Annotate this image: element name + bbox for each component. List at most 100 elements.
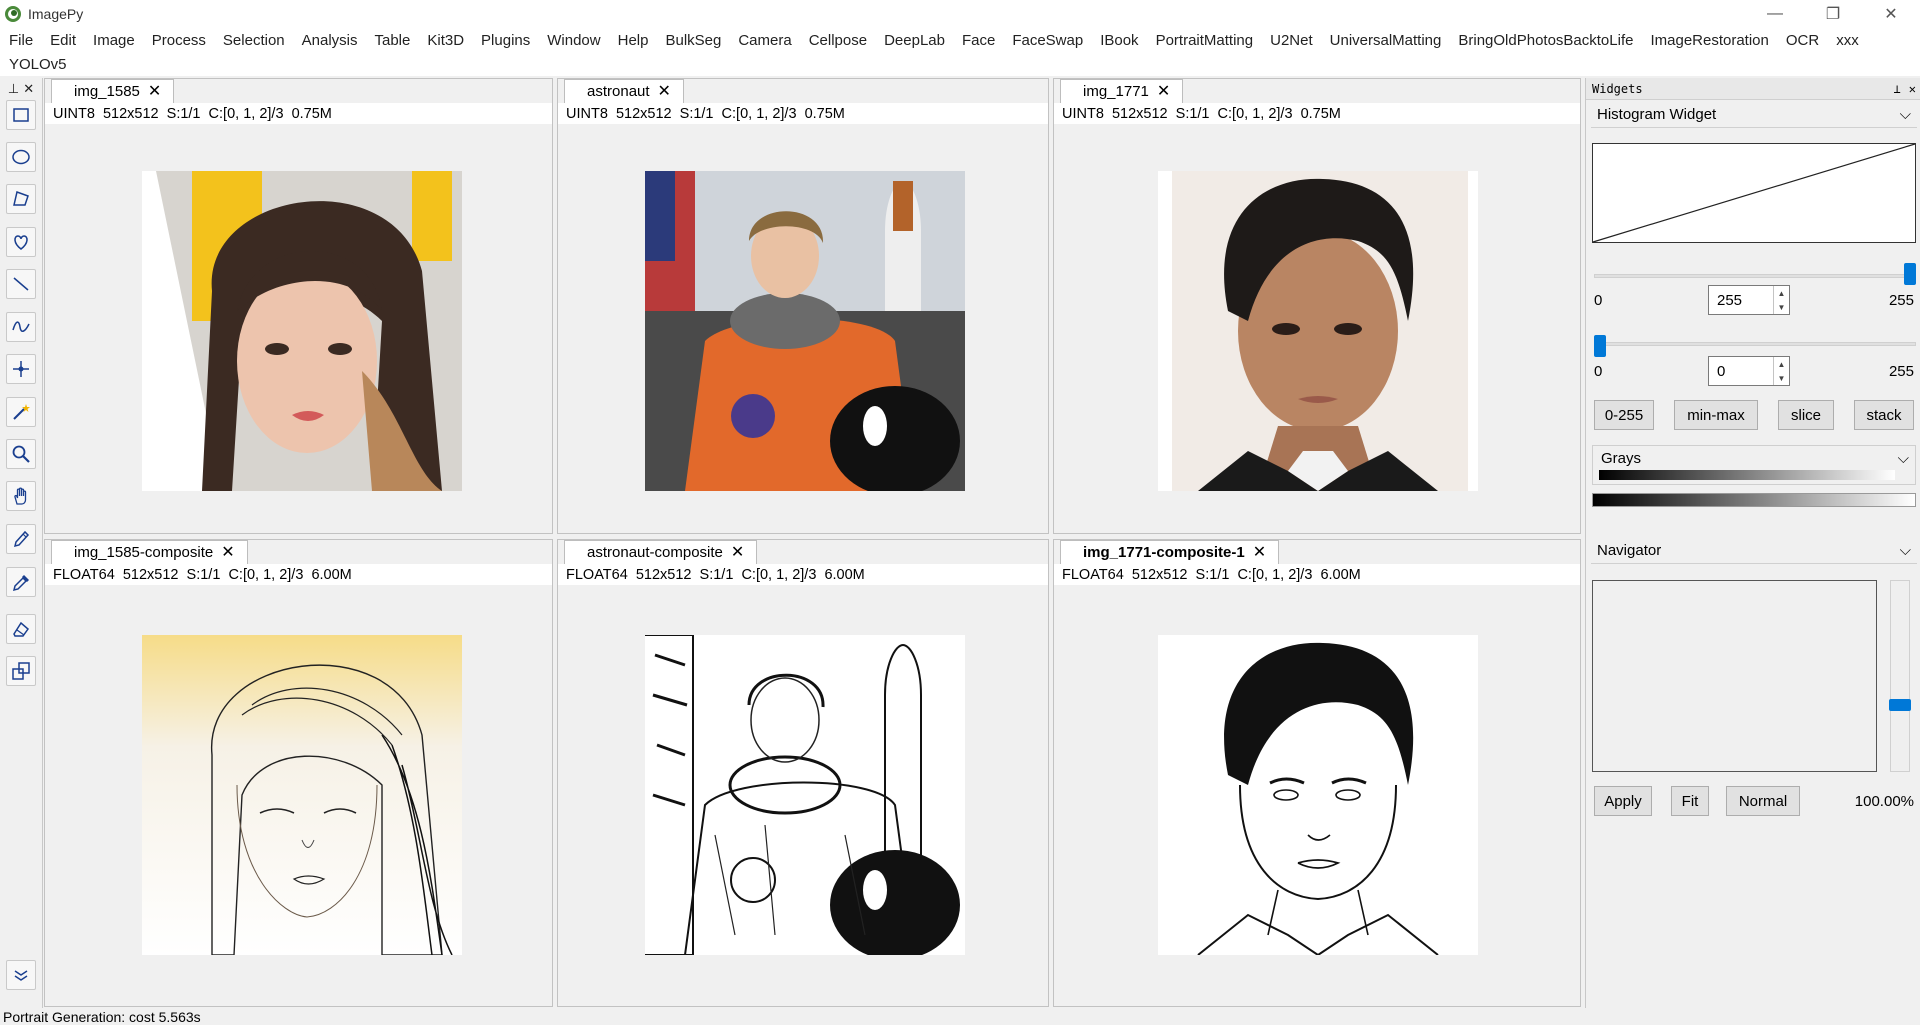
freehand-select-icon — [14, 235, 28, 250]
menu-table[interactable]: Table — [375, 32, 411, 49]
menu-yolov5[interactable]: YOLOv5 — [9, 56, 67, 73]
pin-icon[interactable]: ⊥ — [8, 81, 19, 97]
polyline-tool[interactable] — [6, 312, 36, 342]
menu-analysis[interactable]: Analysis — [302, 32, 358, 49]
zoom-tool[interactable] — [6, 439, 36, 469]
color-picker-tool[interactable] — [6, 567, 36, 597]
zoom-level: 100.00% — [1854, 793, 1914, 810]
menu-help[interactable]: Help — [618, 32, 649, 49]
line-tool[interactable] — [6, 269, 36, 299]
image-canvas[interactable] — [45, 586, 552, 1006]
restore-button[interactable]: ❐ — [1804, 0, 1862, 28]
pin-icon[interactable]: ⊥ — [1894, 82, 1901, 96]
image-canvas[interactable] — [558, 125, 1048, 533]
image-info: UINT8 512x512 S:1/1 C:[0, 1, 2]/3 0.75M — [558, 103, 1048, 124]
eraser-icon — [13, 621, 30, 637]
transform-tool[interactable] — [6, 656, 36, 686]
fit-button[interactable]: Fit — [1671, 786, 1709, 816]
menu-u2net[interactable]: U2Net — [1270, 32, 1313, 49]
high-min-label: 0 — [1594, 292, 1603, 309]
eraser-tool[interactable] — [6, 614, 36, 644]
close-icon[interactable]: ✕ — [23, 81, 34, 97]
menu-ocr[interactable]: OCR — [1786, 32, 1819, 49]
point-tool[interactable] — [6, 354, 36, 384]
freehand-select-tool[interactable] — [6, 227, 36, 257]
image-panel-img-1585-composite: img_1585-composite ✕ FLOAT64 512x512 S:1/1… — [44, 539, 553, 1007]
hand-tool[interactable] — [6, 481, 36, 511]
tool-palette: ⊥ ✕ — [0, 78, 43, 1010]
slice-button[interactable]: slice — [1778, 400, 1834, 430]
close-icon[interactable]: ✕ — [1909, 82, 1916, 96]
tab-astronaut-composite[interactable]: astronaut-composite ✕ — [564, 540, 758, 564]
high-value-spinner[interactable]: 255 ▲ ▼ — [1708, 285, 1790, 315]
menu-camera[interactable]: Camera — [738, 32, 791, 49]
menu-imagerestoration[interactable]: ImageRestoration — [1650, 32, 1768, 49]
histogram-plot — [1592, 143, 1916, 243]
close-icon[interactable]: ✕ — [1157, 83, 1170, 100]
minimize-button[interactable]: — — [1746, 0, 1804, 28]
min-max-button[interactable]: min-max — [1674, 400, 1758, 430]
polygon-select-tool[interactable] — [6, 184, 36, 214]
chevron-down-icon: ⌵ — [1897, 450, 1909, 467]
magic-wand-icon — [13, 404, 30, 420]
colormap-select[interactable]: Grays ⌵ — [1592, 445, 1916, 485]
menu-window[interactable]: Window — [547, 32, 600, 49]
tab-img-1771[interactable]: img_1771 ✕ — [1060, 79, 1184, 103]
close-window-button[interactable]: ✕ — [1862, 0, 1920, 28]
low-value-spinner[interactable]: 0 ▲ ▼ — [1708, 356, 1790, 386]
stack-button[interactable]: stack — [1854, 400, 1914, 430]
image-canvas[interactable] — [45, 125, 552, 533]
slider-thumb[interactable] — [1904, 263, 1916, 285]
menu-file[interactable]: File — [9, 32, 33, 49]
menu-selection[interactable]: Selection — [223, 32, 285, 49]
menu-faceswap[interactable]: FaceSwap — [1012, 32, 1083, 49]
low-threshold-slider[interactable] — [1594, 330, 1916, 358]
histogram-widget-header[interactable]: Histogram Widget ⌵ — [1591, 102, 1917, 128]
navigator-preview[interactable] — [1592, 580, 1877, 772]
more-tools-button[interactable] — [6, 960, 36, 990]
low-max-label: 255 — [1888, 363, 1914, 380]
menu-bringoldphotosbacktolife[interactable]: BringOldPhotosBacktoLife — [1458, 32, 1633, 49]
navigator-header[interactable]: Navigator ⌵ — [1591, 538, 1917, 564]
line-icon — [13, 277, 29, 291]
menu-xxx[interactable]: xxx — [1836, 32, 1859, 49]
tab-img-1585[interactable]: img_1585 ✕ — [51, 79, 175, 103]
menu-face[interactable]: Face — [962, 32, 995, 49]
menu-edit[interactable]: Edit — [50, 32, 76, 49]
apply-button[interactable]: Apply — [1594, 786, 1652, 816]
menu-ibook[interactable]: IBook — [1100, 32, 1138, 49]
menu-portraitmatting[interactable]: PortraitMatting — [1156, 32, 1254, 49]
slider-thumb[interactable] — [1889, 699, 1911, 711]
close-icon[interactable]: ✕ — [658, 83, 671, 100]
close-icon[interactable]: ✕ — [731, 544, 744, 561]
rectangle-select-tool[interactable] — [6, 100, 36, 130]
tab-astronaut[interactable]: astronaut ✕ — [564, 79, 684, 103]
image-canvas[interactable] — [558, 586, 1048, 1006]
polygon-select-icon — [13, 191, 29, 206]
menu-process[interactable]: Process — [152, 32, 206, 49]
menu-deeplab[interactable]: DeepLab — [884, 32, 945, 49]
normal-button[interactable]: Normal — [1726, 786, 1800, 816]
close-icon[interactable]: ✕ — [221, 544, 234, 561]
tab-img-1771-composite-1[interactable]: img_1771-composite-1 ✕ — [1060, 540, 1280, 564]
image-canvas[interactable] — [1054, 586, 1580, 1006]
status-bar: Portrait Generation: cost 5.563s — [0, 1008, 1920, 1025]
range-0-255-button[interactable]: 0-255 — [1594, 400, 1654, 430]
close-icon[interactable]: ✕ — [1253, 544, 1266, 561]
colormap-bar — [1592, 493, 1916, 507]
menu-kit3d[interactable]: Kit3D — [427, 32, 464, 49]
pencil-tool[interactable] — [6, 524, 36, 554]
image-canvas[interactable] — [1054, 125, 1580, 533]
tab-img-1585-composite[interactable]: img_1585-composite ✕ — [51, 540, 248, 564]
magic-wand-tool[interactable] — [6, 397, 36, 427]
navigator-zoom-slider[interactable] — [1889, 580, 1911, 772]
slider-thumb[interactable] — [1594, 335, 1606, 357]
ellipse-select-tool[interactable] — [6, 142, 36, 172]
menu-cellpose[interactable]: Cellpose — [809, 32, 867, 49]
menu-universalmatting[interactable]: UniversalMatting — [1330, 32, 1442, 49]
menu-image[interactable]: Image — [93, 32, 135, 49]
menu-plugins[interactable]: Plugins — [481, 32, 530, 49]
chevron-down-icon: ⌵ — [1899, 542, 1911, 559]
close-icon[interactable]: ✕ — [148, 83, 161, 100]
menu-bulkseg[interactable]: BulkSeg — [665, 32, 721, 49]
